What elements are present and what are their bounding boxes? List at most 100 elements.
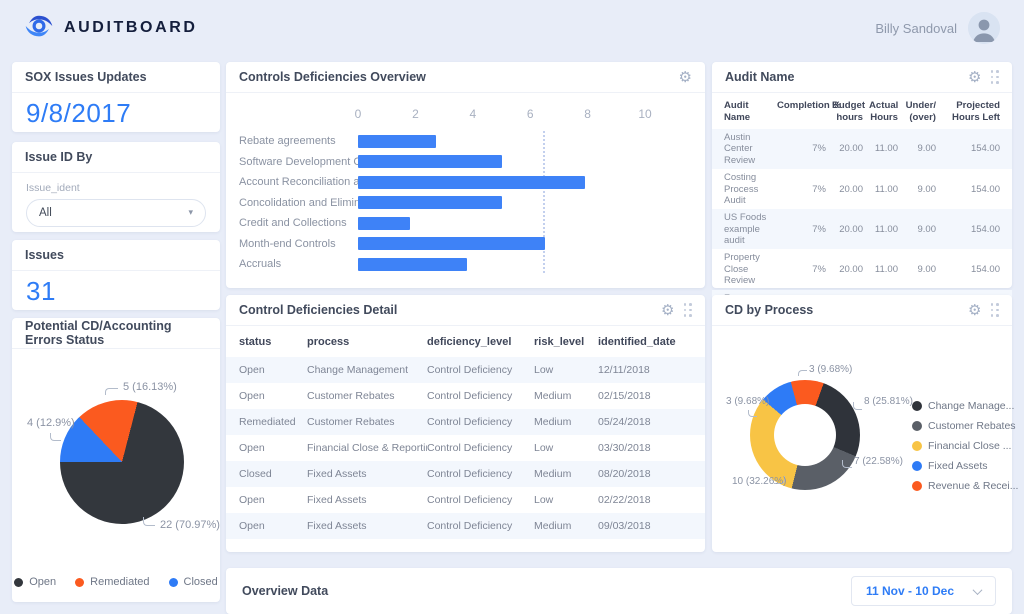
table-cell: Financial Close & Reporting [307, 435, 427, 461]
column-header[interactable]: Completion % [774, 93, 829, 129]
user-menu[interactable]: Billy Sandoval [875, 12, 1000, 44]
callout-connector [143, 517, 155, 526]
callout-connector [748, 410, 757, 417]
brand-name: AUDITBOARD [64, 19, 198, 37]
legend-item[interactable]: Open [14, 576, 56, 588]
column-header[interactable]: process [307, 326, 427, 357]
table-cell: 11.00 [866, 249, 901, 289]
table-cell: 09/03/2018 [598, 513, 705, 539]
legend-item[interactable]: Fixed Assets [912, 460, 1018, 472]
bar-row: Credit and Collections [226, 213, 705, 234]
column-header[interactable]: deficiency_level [427, 326, 534, 357]
table-cell: Control Deficiency [427, 435, 534, 461]
table-cell: 20.00 [829, 209, 866, 249]
table-cell: 7% [774, 249, 829, 289]
bar-category-label: Accruals [226, 258, 358, 270]
table-cell: Medium [534, 409, 598, 435]
bar-row: Account Reconciliation a... [226, 172, 705, 193]
axis-tick: 8 [584, 107, 591, 121]
donut-chart-area: 3 (9.68%) 3 (9.68%) 8 (25.81%) 7 (22.58%… [712, 326, 1012, 552]
bar[interactable] [358, 176, 585, 189]
legend-item[interactable]: Remediated [75, 576, 149, 588]
avatar[interactable] [968, 12, 1000, 44]
table-cell: 11.00 [866, 209, 901, 249]
table-cell: 05/24/2018 [598, 409, 705, 435]
issues-count-value: 31 [12, 271, 220, 312]
table-cell: Remediated [226, 409, 307, 435]
legend-label: Financial Close ... [928, 440, 1011, 452]
issue-ident-select[interactable]: All ▾ [26, 199, 206, 227]
drag-handle-icon[interactable] [991, 303, 1000, 317]
legend-item[interactable]: Customer Rebates [912, 420, 1018, 432]
gear-icon[interactable]: ⚙ [968, 70, 981, 85]
table-cell: Low [534, 357, 598, 383]
legend-label: Revenue & Recei... [928, 480, 1018, 492]
donut-callout-financial-close: 10 (32.26%) [732, 476, 786, 487]
bar-category-label: Rebate agreements [226, 135, 358, 147]
gear-icon[interactable]: ⚙ [679, 70, 692, 85]
legend-label: Fixed Assets [928, 460, 988, 472]
bar[interactable] [358, 217, 410, 230]
donut-legend: Change Manage... Customer Rebates Financia… [912, 400, 1018, 492]
overview-data-bar: Overview Data 11 Nov - 10 Dec [226, 568, 1012, 614]
bar[interactable] [358, 155, 502, 168]
table-cell: Medium [534, 513, 598, 539]
legend-item[interactable]: Change Manage... [912, 400, 1018, 412]
column-header[interactable]: Audit Name [712, 93, 774, 129]
bar[interactable] [358, 258, 467, 271]
column-header[interactable]: Under/ (over) [901, 93, 939, 129]
gear-icon[interactable]: ⚙ [968, 303, 981, 318]
legend-label: Closed [184, 576, 218, 588]
bar[interactable] [358, 196, 502, 209]
table-cell: Control Deficiency [427, 513, 534, 539]
bar-track [358, 155, 691, 168]
panel-title: Issues [25, 248, 64, 262]
gear-icon[interactable]: ⚙ [661, 303, 674, 318]
table-cell: Control Deficiency [427, 461, 534, 487]
donut-callout-change-mgmt: 8 (25.81%) [864, 396, 913, 407]
date-range-button[interactable]: 11 Nov - 10 Dec [851, 576, 996, 606]
bar-track [358, 176, 691, 189]
table-cell: Customer Rebates [307, 409, 427, 435]
panel-title: SOX Issues Updates [25, 70, 147, 84]
bar-category-label: Software Development C... [226, 156, 358, 168]
panel-sox-issues-updates: SOX Issues Updates 9/8/2017 [12, 62, 220, 132]
brand-logo[interactable]: AUDITBOARD [24, 11, 198, 46]
overview-data-title: Overview Data [242, 584, 328, 598]
table-cell: Austin Center Review [712, 129, 774, 169]
table-cell: 20.00 [829, 169, 866, 209]
bar[interactable] [358, 135, 436, 148]
table-cell: 20.00 [829, 249, 866, 289]
panel-issue-id-by: Issue ID By Issue_ident All ▾ [12, 142, 220, 232]
table-row: RemediatedCustomer RebatesControl Defici… [226, 409, 705, 435]
table-cell: Open [226, 357, 307, 383]
legend-item[interactable]: Financial Close ... [912, 440, 1018, 452]
legend-label: Change Manage... [928, 400, 1014, 412]
column-header[interactable]: identified_date [598, 326, 705, 357]
column-header[interactable]: Projected Hours Left [939, 93, 1012, 129]
table-cell: Property Close Review [712, 249, 774, 289]
drag-handle-icon[interactable] [991, 70, 1000, 84]
selected-option: All [39, 207, 52, 219]
column-header[interactable]: Actual Hours [866, 93, 901, 129]
table-cell: Control Deficiency [427, 357, 534, 383]
column-header[interactable]: status [226, 326, 307, 357]
bar-chart-rows: Rebate agreements Software Development C.… [226, 131, 705, 275]
axis-tick: 10 [638, 107, 651, 121]
legend-item[interactable]: Revenue & Recei... [912, 480, 1018, 492]
bar-row: Month-end Controls [226, 234, 705, 255]
bar-row: Accruals [226, 254, 705, 275]
column-header[interactable]: Budget hours [829, 93, 866, 129]
panel-cd-by-process: CD by Process ⚙ 3 (9.68%) 3 (9.68%) 8 (2… [712, 295, 1012, 552]
pie-callout-open: 22 (70.97%) [160, 519, 220, 531]
bar[interactable] [358, 237, 545, 250]
legend-dot-icon [912, 421, 922, 431]
column-header[interactable]: risk_level [534, 326, 598, 357]
status-pie-chart[interactable] [60, 400, 184, 524]
table-cell: Open [226, 487, 307, 513]
table-cell: Closed [226, 461, 307, 487]
drag-handle-icon[interactable] [684, 303, 693, 317]
table-row: OpenCustomer RebatesControl DeficiencyMe… [226, 383, 705, 409]
donut-callout-fixed-assets: 3 (9.68%) [726, 396, 769, 407]
legend-item[interactable]: Closed [169, 576, 218, 588]
